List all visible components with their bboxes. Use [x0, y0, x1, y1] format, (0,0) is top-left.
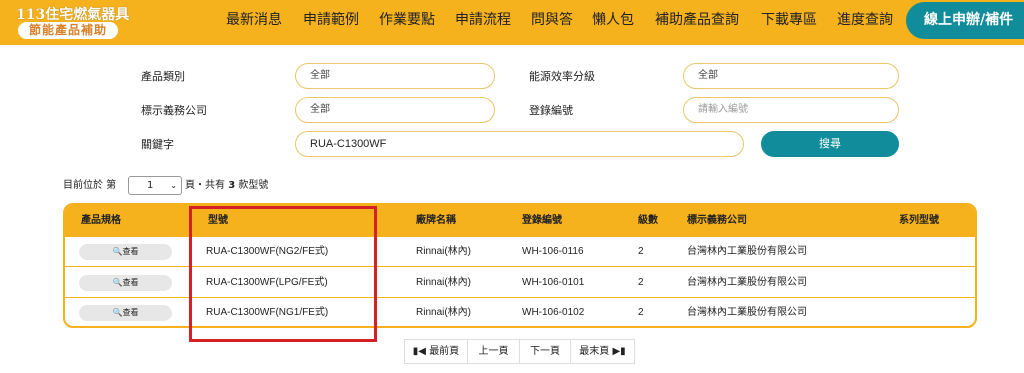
cell-company: 台灣林內工業股份有限公司	[687, 246, 807, 257]
efficiency-label: 能源效率分級	[529, 70, 595, 83]
pagination: ▮◀ 最前頁 上一頁 下一頁 最末頁 ▶▮	[404, 339, 635, 364]
result-count: 3	[228, 180, 236, 191]
next-page-button[interactable]: 下一頁	[520, 340, 571, 363]
cell-reg: WH-106-0101	[522, 277, 585, 288]
cell-level: 2	[638, 277, 644, 288]
cell-brand: Rinnai(林內)	[416, 246, 472, 257]
search-icon: 🔍	[112, 247, 123, 256]
logo-title: 113住宅燃氣器具	[16, 7, 130, 23]
view-label: 查看	[122, 308, 139, 317]
nav-product-search[interactable]: 補助產品查詢	[655, 0, 739, 45]
search-button[interactable]: 搜尋	[761, 131, 899, 157]
cell-level: 2	[638, 246, 644, 257]
cell-brand: Rinnai(林內)	[416, 277, 472, 288]
view-label: 查看	[122, 278, 139, 287]
chevron-down-icon: ⌄	[170, 181, 177, 190]
cell-company: 台灣林內工業股份有限公司	[687, 307, 807, 318]
category-select[interactable]: 全部	[295, 63, 495, 89]
header-series: 系列型號	[899, 215, 939, 226]
cell-reg: WH-106-0102	[522, 307, 585, 318]
first-page-button[interactable]: ▮◀ 最前頁	[405, 340, 468, 363]
view-label: 查看	[122, 247, 139, 256]
nav-faq[interactable]: 問與答	[531, 0, 573, 45]
cell-company: 台灣林內工業股份有限公司	[687, 277, 807, 288]
cell-level: 2	[638, 307, 644, 318]
nav-process[interactable]: 申請流程	[455, 0, 511, 45]
company-select[interactable]: 全部	[295, 97, 495, 123]
first-page-icon: ▮◀	[412, 346, 426, 357]
reg-number-input[interactable]: 請輸入編號	[683, 97, 899, 123]
site-header: 113住宅燃氣器具 節能產品補助 最新消息 申請範例 作業要點 申請流程 問與答…	[0, 0, 1024, 45]
page-suffix-b: 款型號	[238, 180, 269, 191]
nav-downloads[interactable]: 下載專區	[761, 0, 817, 45]
online-apply-button[interactable]: 線上申辦/補件	[906, 2, 1024, 39]
nav-news[interactable]: 最新消息	[226, 0, 282, 45]
header-brand: 廠牌名稱	[416, 215, 456, 226]
view-button[interactable]: 🔍查看	[79, 305, 172, 321]
view-button[interactable]: 🔍查看	[79, 275, 172, 291]
category-label: 產品類別	[141, 70, 185, 83]
last-page-button[interactable]: 最末頁 ▶▮	[571, 340, 634, 363]
cell-reg: WH-106-0116	[522, 246, 584, 257]
search-icon: 🔍	[112, 278, 123, 287]
last-page-label: 最末頁	[579, 346, 610, 357]
page-summary: 頁・共有 3 款型號	[185, 177, 268, 195]
page-suffix-a: 頁・共有	[185, 180, 225, 191]
reg-number-label: 登錄編號	[529, 104, 573, 117]
view-button[interactable]: 🔍查看	[79, 244, 172, 260]
page-prefix: 目前位於 第	[63, 180, 117, 191]
keyword-input[interactable]: RUA-C1300WF	[295, 131, 744, 157]
first-page-label: 最前頁	[429, 346, 460, 357]
header-reg: 登錄編號	[522, 215, 562, 226]
last-page-icon: ▶▮	[612, 346, 626, 357]
nav-guidelines[interactable]: 作業要點	[379, 0, 435, 45]
nav-examples[interactable]: 申請範例	[303, 0, 359, 45]
efficiency-select[interactable]: 全部	[683, 63, 899, 89]
header-level: 級數	[638, 215, 658, 226]
header-spec: 產品規格	[81, 215, 121, 226]
site-logo[interactable]: 113住宅燃氣器具 節能產品補助	[16, 4, 129, 40]
model-highlight-box	[189, 206, 377, 342]
page-select-value: 1	[147, 180, 154, 191]
logo-subtitle: 節能產品補助	[18, 22, 118, 39]
prev-page-button[interactable]: 上一頁	[468, 340, 520, 363]
page-select[interactable]: 1 ⌄	[128, 176, 182, 195]
nav-progress[interactable]: 進度查詢	[837, 0, 893, 45]
keyword-label: 關鍵字	[141, 138, 174, 151]
nav-quick-guide[interactable]: 懶人包	[592, 0, 634, 45]
company-label: 標示義務公司	[141, 104, 207, 117]
search-icon: 🔍	[112, 308, 123, 317]
cell-brand: Rinnai(林內)	[416, 307, 472, 318]
header-company: 標示義務公司	[687, 215, 747, 226]
